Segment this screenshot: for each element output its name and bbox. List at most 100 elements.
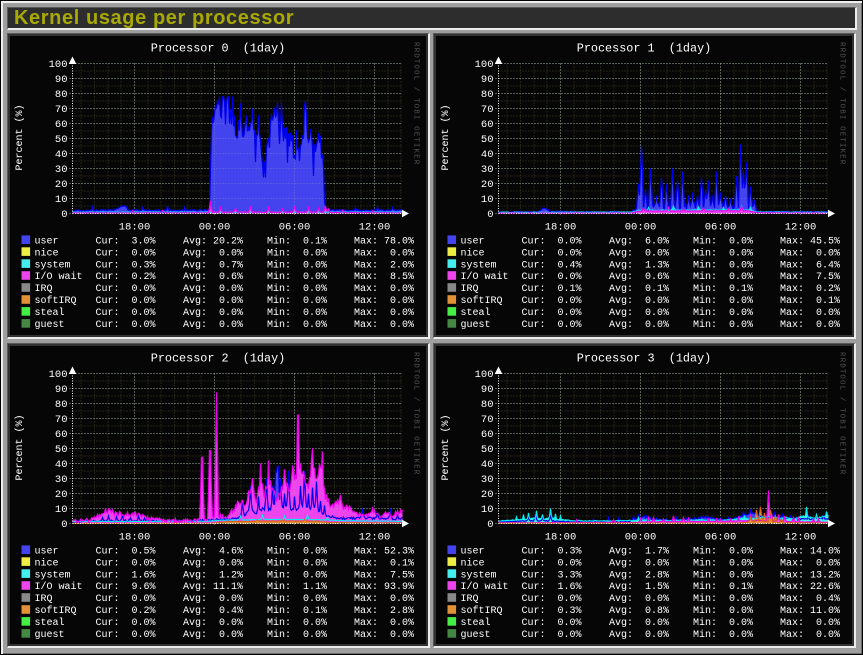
svg-text:Cur: 0.0%: Cur: 0.0% xyxy=(522,248,582,259)
svg-text:50: 50 xyxy=(481,134,494,146)
svg-text:Avg: 1.5%: Avg: 1.5% xyxy=(609,582,669,593)
svg-text:guest: guest xyxy=(461,320,491,331)
svg-text:Cur: 0.3%: Cur: 0.3% xyxy=(96,260,156,271)
svg-text:Percent (%): Percent (%) xyxy=(14,104,26,170)
svg-text:user: user xyxy=(35,546,59,557)
svg-text:Min: 0.0%: Min: 0.0% xyxy=(267,629,327,641)
svg-text:Avg: 1.3%: Avg: 1.3% xyxy=(609,260,669,271)
svg-text:Avg: 0.0%: Avg: 0.0% xyxy=(183,630,243,641)
svg-text:Cur: 0.0%: Cur: 0.0% xyxy=(522,618,582,629)
svg-text:Max: 0.4%: Max: 0.4% xyxy=(780,594,840,605)
svg-text:user: user xyxy=(461,546,485,557)
svg-text:Cur: 0.0%: Cur: 0.0% xyxy=(96,630,156,641)
svg-text:Avg: 2.8%: Avg: 2.8% xyxy=(609,570,669,581)
svg-text:I/O wait: I/O wait xyxy=(35,271,83,283)
svg-text:10: 10 xyxy=(481,504,494,516)
svg-text:Avg: 6.0%: Avg: 6.0% xyxy=(609,236,669,247)
svg-text:I/O wait: I/O wait xyxy=(461,581,509,593)
svg-text:Max: 52.3%: Max: 52.3% xyxy=(354,546,414,557)
svg-text:Max: 0.1%: Max: 0.1% xyxy=(354,558,414,569)
svg-text:90: 90 xyxy=(481,74,494,86)
svg-text:12:00: 12:00 xyxy=(785,531,817,543)
svg-text:Max: 0.0%: Max: 0.0% xyxy=(780,248,840,259)
svg-text:Avg: 0.0%: Avg: 0.0% xyxy=(183,594,243,605)
svg-text:40: 40 xyxy=(55,459,68,471)
svg-text:Max: 0.0%: Max: 0.0% xyxy=(354,618,414,629)
svg-text:Processor 0 (1day): Processor 0 (1day) xyxy=(151,42,286,56)
svg-text:Avg: 0.0%: Avg: 0.0% xyxy=(183,284,243,295)
svg-text:Avg: 0.0%: Avg: 0.0% xyxy=(609,558,669,569)
svg-text:Max: 0.0%: Max: 0.0% xyxy=(354,630,414,641)
svg-text:40: 40 xyxy=(481,459,494,471)
svg-text:Max: 7.5%: Max: 7.5% xyxy=(354,570,414,581)
svg-text:100: 100 xyxy=(475,59,494,71)
svg-text:Max: 0.0%: Max: 0.0% xyxy=(354,594,414,605)
svg-text:Min: 0.0%: Min: 0.0% xyxy=(693,629,753,641)
svg-text:Min: 0.1%: Min: 0.1% xyxy=(693,581,753,593)
svg-text:00:00: 00:00 xyxy=(625,221,657,233)
svg-text:Max: 14.0%: Max: 14.0% xyxy=(780,546,840,557)
svg-text:Processor 2 (1day): Processor 2 (1day) xyxy=(151,352,286,366)
svg-text:Cur: 0.0%: Cur: 0.0% xyxy=(96,296,156,307)
svg-text:Min: 0.0%: Min: 0.0% xyxy=(693,605,753,617)
svg-text:Avg: 0.0%: Avg: 0.0% xyxy=(609,320,669,331)
svg-text:Cur: 0.3%: Cur: 0.3% xyxy=(522,606,582,617)
svg-text:00:00: 00:00 xyxy=(199,221,231,233)
svg-text:Cur: 0.0%: Cur: 0.0% xyxy=(522,630,582,641)
svg-text:10: 10 xyxy=(481,194,494,206)
svg-text:Cur: 0.3%: Cur: 0.3% xyxy=(522,546,582,557)
svg-text:Cur: 0.2%: Cur: 0.2% xyxy=(96,606,156,617)
svg-text:Cur: 0.5%: Cur: 0.5% xyxy=(96,546,156,557)
svg-text:Avg: 0.0%: Avg: 0.0% xyxy=(609,630,669,641)
svg-text:Cur: 0.0%: Cur: 0.0% xyxy=(522,558,582,569)
svg-text:nice: nice xyxy=(35,557,59,569)
svg-text:Min: 0.0%: Min: 0.0% xyxy=(693,569,753,581)
svg-text:100: 100 xyxy=(475,369,494,381)
svg-text:Min: 0.0%: Min: 0.0% xyxy=(267,593,327,605)
svg-text:Cur: 3.3%: Cur: 3.3% xyxy=(522,570,582,581)
svg-text:18:00: 18:00 xyxy=(119,221,151,233)
svg-text:Min: 0.0%: Min: 0.0% xyxy=(267,247,327,259)
svg-text:20: 20 xyxy=(481,489,494,501)
svg-text:Cur: 0.0%: Cur: 0.0% xyxy=(96,558,156,569)
svg-text:Avg: 0.0%: Avg: 0.0% xyxy=(183,248,243,259)
svg-text:Cur: 9.6%: Cur: 9.6% xyxy=(96,582,156,593)
svg-text:Avg: 0.1%: Avg: 0.1% xyxy=(609,284,669,295)
svg-text:RRDTOOL / TOBI OETIKER: RRDTOOL / TOBI OETIKER xyxy=(412,352,420,475)
svg-text:softIRQ: softIRQ xyxy=(461,605,503,617)
svg-text:12:00: 12:00 xyxy=(359,221,391,233)
svg-text:Min: 0.0%: Min: 0.0% xyxy=(267,557,327,569)
svg-text:18:00: 18:00 xyxy=(545,221,577,233)
svg-text:00:00: 00:00 xyxy=(199,531,231,543)
svg-text:Min: 0.1%: Min: 0.1% xyxy=(267,235,327,247)
svg-text:Max: 45.5%: Max: 45.5% xyxy=(780,236,840,247)
svg-text:Avg: 0.0%: Avg: 0.0% xyxy=(183,320,243,331)
svg-text:Avg: 1.7%: Avg: 1.7% xyxy=(609,546,669,557)
svg-text:10: 10 xyxy=(55,194,68,206)
svg-text:80: 80 xyxy=(481,89,494,101)
svg-text:steal: steal xyxy=(461,617,491,629)
svg-text:Min: 0.0%: Min: 0.0% xyxy=(267,307,327,319)
svg-text:softIRQ: softIRQ xyxy=(35,295,77,307)
svg-text:Max: 6.4%: Max: 6.4% xyxy=(780,260,840,271)
svg-text:Avg: 0.6%: Avg: 0.6% xyxy=(183,272,243,283)
svg-text:60: 60 xyxy=(481,429,494,441)
svg-text:nice: nice xyxy=(461,247,485,259)
svg-text:Min: 0.0%: Min: 0.0% xyxy=(267,545,327,557)
svg-text:steal: steal xyxy=(35,617,65,629)
svg-text:Min: 0.1%: Min: 0.1% xyxy=(267,605,327,617)
svg-text:Min: 1.1%: Min: 1.1% xyxy=(267,581,327,593)
svg-text:Avg: 0.7%: Avg: 0.7% xyxy=(183,260,243,271)
svg-text:IRQ: IRQ xyxy=(35,594,53,605)
svg-text:Processor 1 (1day): Processor 1 (1day) xyxy=(577,42,712,56)
svg-text:90: 90 xyxy=(55,74,68,86)
svg-text:Min: 0.0%: Min: 0.0% xyxy=(693,235,753,247)
svg-text:Cur: 0.0%: Cur: 0.0% xyxy=(96,284,156,295)
svg-text:50: 50 xyxy=(481,444,494,456)
svg-text:40: 40 xyxy=(55,149,68,161)
svg-text:system: system xyxy=(461,260,497,271)
svg-text:50: 50 xyxy=(55,134,68,146)
svg-text:Cur: 0.0%: Cur: 0.0% xyxy=(96,248,156,259)
svg-text:Max: 0.2%: Max: 0.2% xyxy=(780,284,840,295)
svg-text:20: 20 xyxy=(55,489,68,501)
